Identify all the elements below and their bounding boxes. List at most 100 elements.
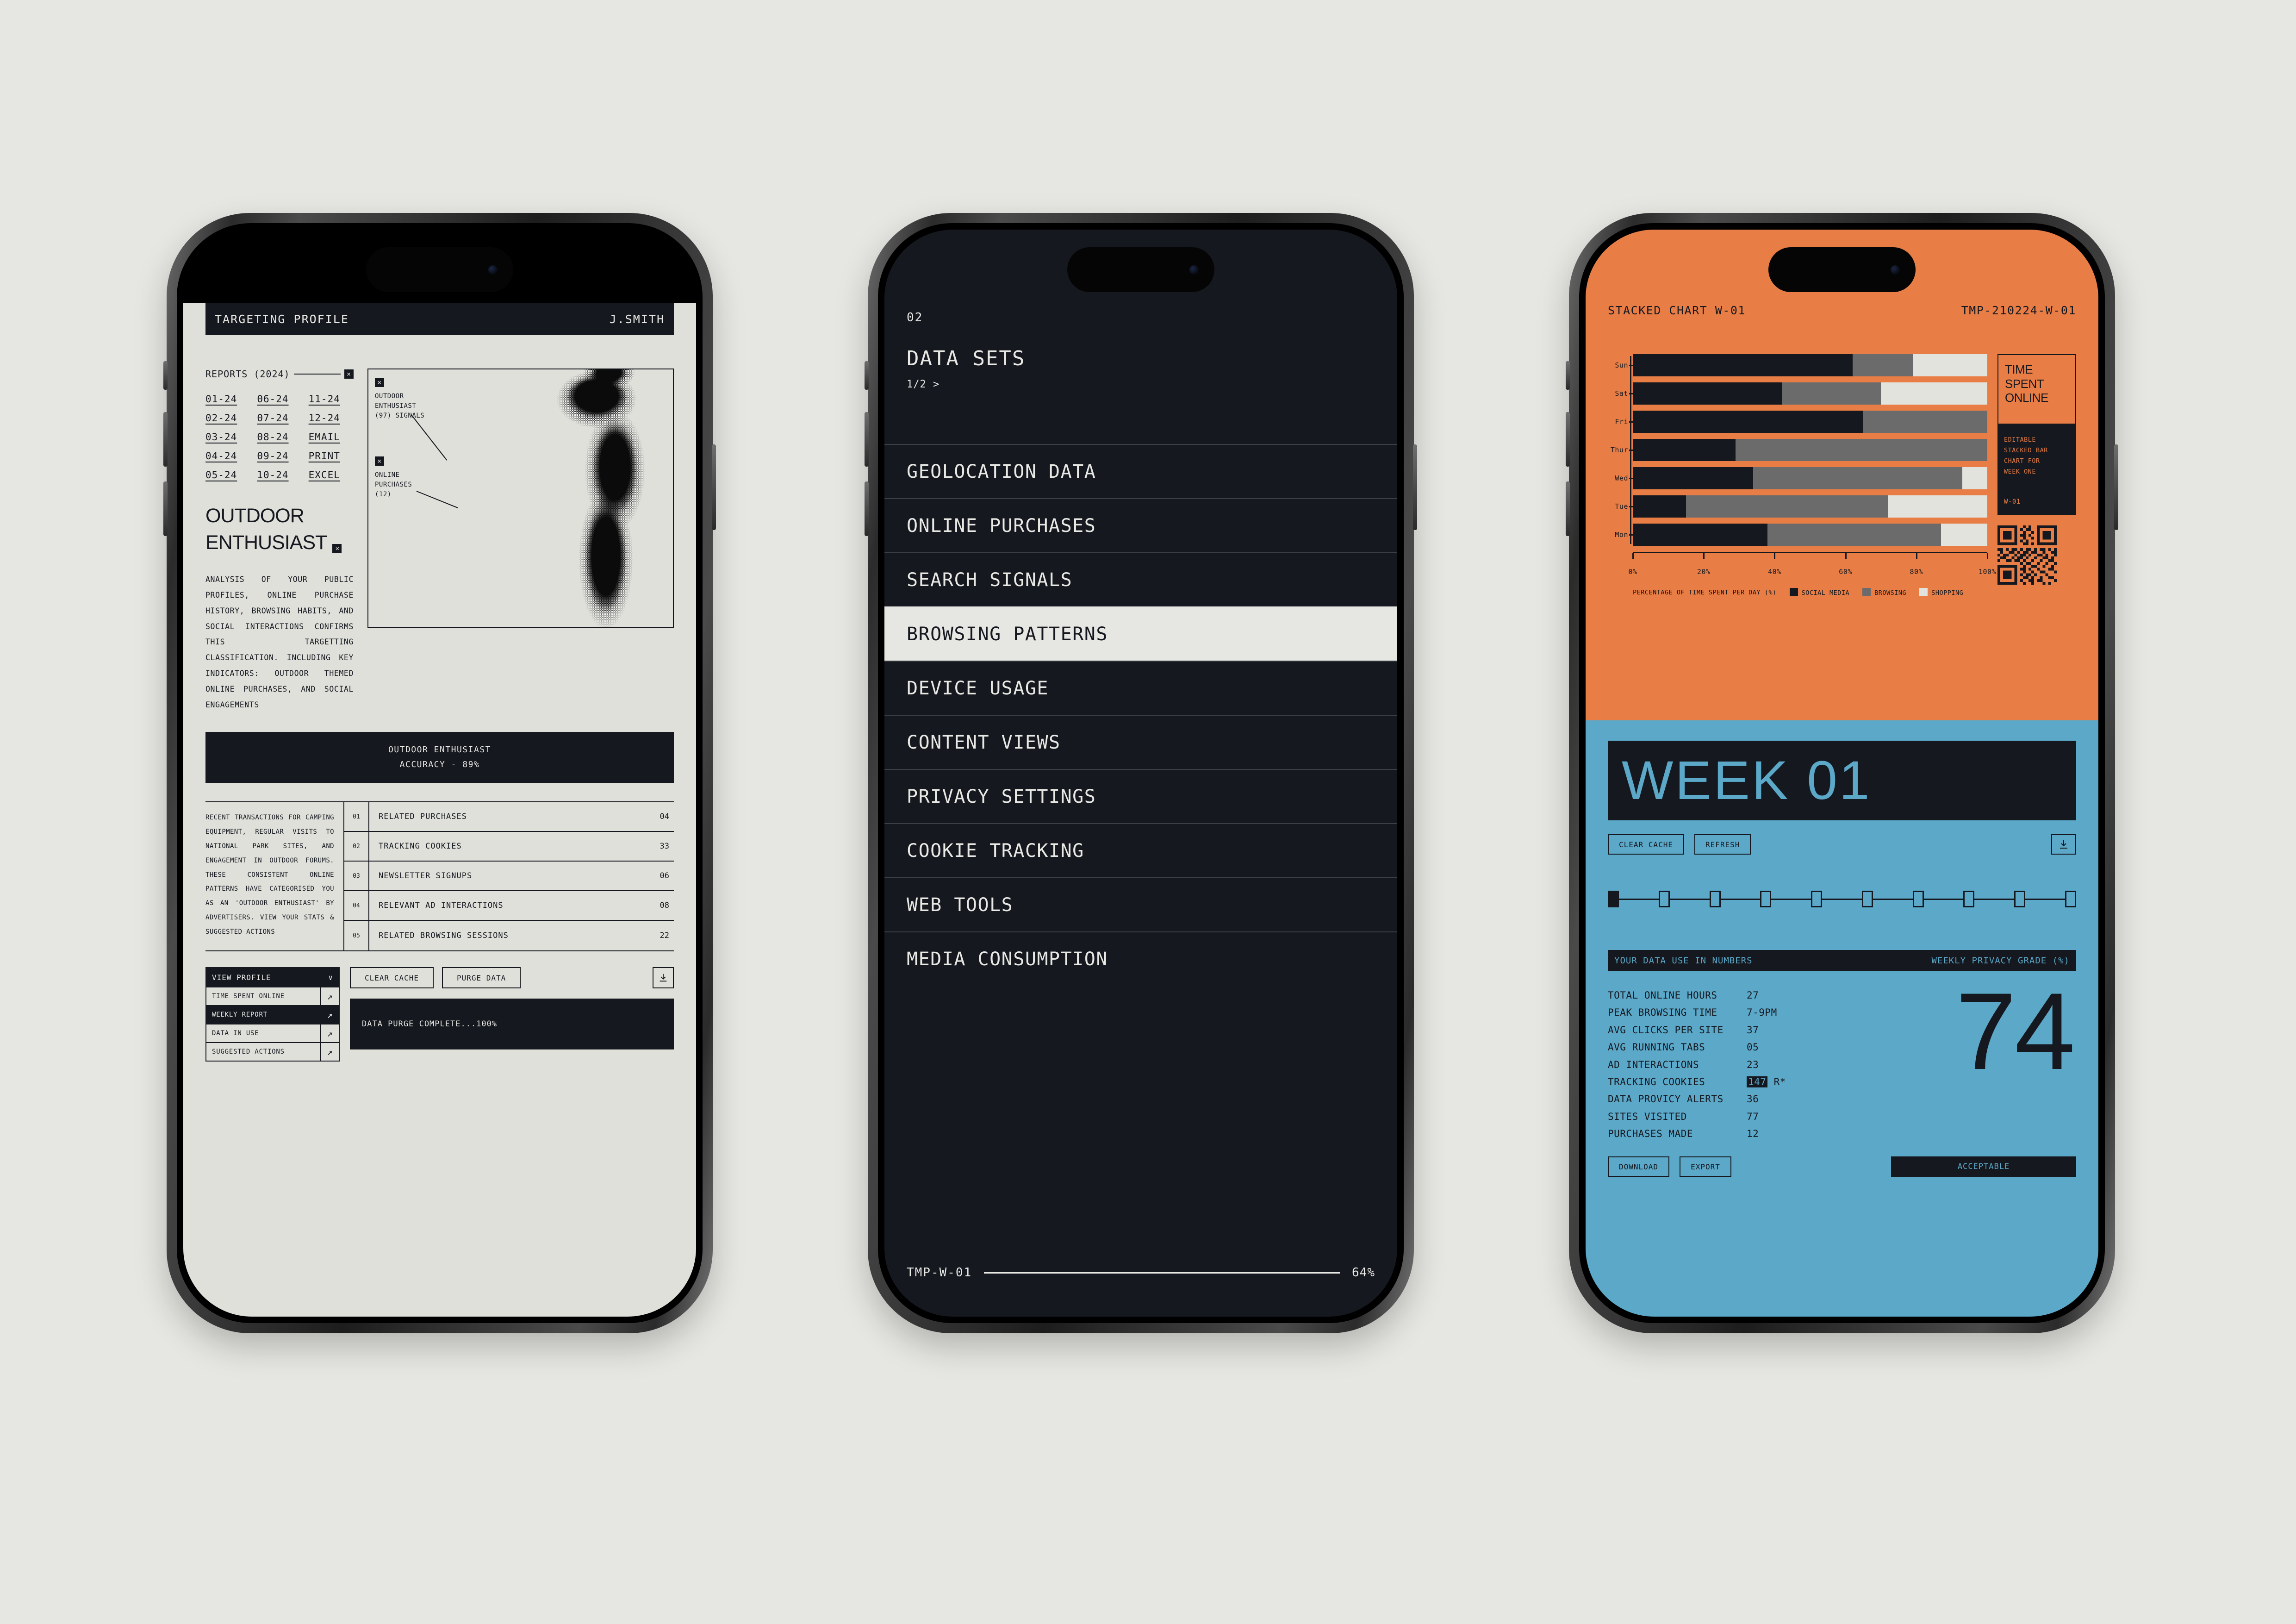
power-button[interactable] bbox=[1413, 444, 1417, 530]
report-link[interactable]: 05-24 bbox=[205, 469, 250, 481]
report-link[interactable]: 10-24 bbox=[257, 469, 302, 481]
row-number: 02 bbox=[344, 832, 369, 861]
dropdown-item-time-spent-online[interactable]: TIME SPENT ONLINE ↗ bbox=[206, 987, 339, 1006]
menu-item-content-views[interactable]: CONTENT VIEWS bbox=[884, 715, 1397, 769]
download-icon[interactable] bbox=[2051, 834, 2076, 855]
step-indicator[interactable] bbox=[1608, 891, 2077, 907]
step-marker[interactable] bbox=[1811, 891, 1823, 907]
x-icon[interactable]: × bbox=[375, 378, 384, 387]
volume-up-button[interactable] bbox=[163, 412, 168, 467]
chart-x-tick bbox=[1774, 553, 1776, 559]
step-connector bbox=[2025, 898, 2066, 900]
x-icon[interactable]: × bbox=[332, 544, 342, 554]
report-link[interactable]: 12-24 bbox=[309, 412, 354, 424]
step-marker[interactable] bbox=[1861, 891, 1873, 907]
qr-code-icon bbox=[1997, 525, 2057, 585]
menu-item-geolocation-data[interactable]: GEOLOCATION DATA bbox=[884, 444, 1397, 498]
chart-x-tick bbox=[1632, 553, 1634, 559]
table-row[interactable]: 01 RELATED PURCHASES 04 bbox=[344, 802, 674, 832]
report-link[interactable]: 02-24 bbox=[205, 412, 250, 424]
report-link[interactable]: 06-24 bbox=[257, 394, 302, 405]
table-row[interactable]: 02 TRACKING COOKIES 33 bbox=[344, 832, 674, 862]
dropdown-item-data-in-use[interactable]: DATA IN USE ↗ bbox=[206, 1024, 339, 1043]
silent-switch[interactable] bbox=[163, 361, 168, 390]
clear-cache-button[interactable]: CLEAR CACHE bbox=[350, 967, 434, 989]
stat-key: AVG RUNNING TABS bbox=[1608, 1042, 1705, 1053]
report-link[interactable]: 09-24 bbox=[257, 450, 302, 462]
x-icon[interactable]: × bbox=[344, 369, 354, 379]
download-icon[interactable] bbox=[653, 967, 674, 989]
menu-item-cookie-tracking[interactable]: COOKIE TRACKING bbox=[884, 823, 1397, 877]
report-link[interactable]: 03-24 bbox=[205, 431, 250, 443]
chart-bar-segment bbox=[1633, 411, 1863, 433]
footer-actions: CLEAR CACHE PURGE DATA DATA PURGE COMPLE… bbox=[350, 967, 674, 1062]
chart-category-label: Sat bbox=[1615, 389, 1628, 398]
dynamic-island-3 bbox=[1768, 247, 1916, 292]
report-link[interactable]: 08-24 bbox=[257, 431, 302, 443]
report-link[interactable]: 11-24 bbox=[309, 394, 354, 405]
progress-bar bbox=[984, 1272, 1340, 1274]
stat-key: PURCHASES MADE bbox=[1608, 1128, 1693, 1139]
row-label: NEWSLETTER SIGNUPS bbox=[379, 871, 473, 881]
week-title: WEEK 01 bbox=[1622, 750, 1872, 811]
report-link[interactable]: 07-24 bbox=[257, 412, 302, 424]
step-marker[interactable] bbox=[2014, 891, 2026, 907]
annotation-purchases: × ONLINE PURCHASES (12) bbox=[375, 456, 412, 500]
step-marker[interactable] bbox=[2065, 891, 2077, 907]
menu-item-search-signals[interactable]: SEARCH SIGNALS bbox=[884, 552, 1397, 606]
step-marker[interactable] bbox=[1963, 891, 1975, 907]
volume-down-button[interactable] bbox=[1566, 481, 1570, 536]
reports-link-grid: 01-24 06-24 11-24 02-24 07-24 12-24 03-2… bbox=[205, 394, 354, 481]
volume-up-button[interactable] bbox=[865, 412, 869, 467]
x-icon[interactable]: × bbox=[375, 456, 384, 466]
clear-cache-button[interactable]: CLEAR CACHE bbox=[1608, 834, 1684, 855]
table-row[interactable]: 04 RELEVANT AD INTERACTIONS 08 bbox=[344, 891, 674, 921]
annotation-line: ENTHUSIAST bbox=[375, 402, 417, 410]
step-marker[interactable] bbox=[1912, 891, 1924, 907]
report-link[interactable]: 01-24 bbox=[205, 394, 250, 405]
step-marker[interactable] bbox=[1658, 891, 1670, 907]
export-button[interactable]: EXPORT bbox=[1680, 1156, 1731, 1177]
menu-item-media-consumption[interactable]: MEDIA CONSUMPTION bbox=[884, 931, 1397, 986]
refresh-button[interactable]: REFRESH bbox=[1694, 834, 1751, 855]
power-button[interactable] bbox=[2114, 444, 2118, 530]
menu-item-online-purchases[interactable]: ONLINE PURCHASES bbox=[884, 498, 1397, 552]
stat-row: DATA PROVICY ALERTS 36 bbox=[1608, 1091, 1830, 1108]
dropdown-header[interactable]: VIEW PROFILE ∨ bbox=[206, 968, 339, 987]
stat-value: 36 bbox=[1747, 1093, 1759, 1105]
menu-item-device-usage[interactable]: DEVICE USAGE bbox=[884, 661, 1397, 715]
page-title: TARGETING PROFILE bbox=[215, 312, 349, 326]
purge-data-button[interactable]: PURGE DATA bbox=[442, 967, 521, 989]
subject-photo-frame: × OUTDOOR ENTHUSIAST (97) SIGNALS × ONLI… bbox=[367, 369, 674, 628]
stat-row: AVG RUNNING TABS 05 bbox=[1608, 1039, 1830, 1056]
step-marker[interactable] bbox=[1709, 891, 1721, 907]
dropdown-item-suggested-actions[interactable]: SUGGESTED ACTIONS ↗ bbox=[206, 1042, 339, 1061]
volume-down-button[interactable] bbox=[865, 481, 869, 536]
report-link[interactable]: EMAIL bbox=[309, 431, 354, 443]
menu-item-privacy-settings[interactable]: PRIVACY SETTINGS bbox=[884, 769, 1397, 823]
step-marker[interactable] bbox=[1608, 891, 1619, 907]
chart-x-tick-label: 40% bbox=[1768, 568, 1781, 576]
download-button[interactable]: DOWNLOAD bbox=[1608, 1156, 1670, 1177]
row-number: 04 bbox=[344, 891, 369, 920]
volume-up-button[interactable] bbox=[1566, 412, 1570, 467]
view-profile-dropdown[interactable]: VIEW PROFILE ∨ TIME SPENT ONLINE ↗ WEEKL… bbox=[205, 967, 340, 1062]
dropdown-item-label: WEEKLY REPORT bbox=[212, 1011, 268, 1019]
arrow-up-right-icon: ↗ bbox=[320, 1006, 339, 1024]
silent-switch[interactable] bbox=[865, 361, 869, 390]
dropdown-item-weekly-report[interactable]: WEEKLY REPORT ↗ bbox=[206, 1005, 339, 1024]
report-link[interactable]: 04-24 bbox=[205, 450, 250, 462]
menu-item-browsing-patterns[interactable]: BROWSING PATTERNS bbox=[884, 606, 1397, 661]
volume-down-button[interactable] bbox=[163, 481, 168, 536]
table-row[interactable]: 03 NEWSLETTER SIGNUPS 06 bbox=[344, 862, 674, 892]
step-marker[interactable] bbox=[1760, 891, 1772, 907]
power-button[interactable] bbox=[712, 444, 716, 530]
report-link[interactable]: EXCEL bbox=[309, 469, 354, 481]
table-row[interactable]: 05 RELATED BROWSING SESSIONS 22 bbox=[344, 921, 674, 951]
pagination-indicator[interactable]: 1/2 > bbox=[907, 379, 1397, 390]
dropdown-item-label: DATA IN USE bbox=[212, 1030, 259, 1037]
reports-heading: REPORTS (2024) × bbox=[205, 369, 354, 380]
menu-item-web-tools[interactable]: WEB TOOLS bbox=[884, 877, 1397, 931]
silent-switch[interactable] bbox=[1566, 361, 1570, 390]
report-link[interactable]: PRINT bbox=[309, 450, 354, 462]
